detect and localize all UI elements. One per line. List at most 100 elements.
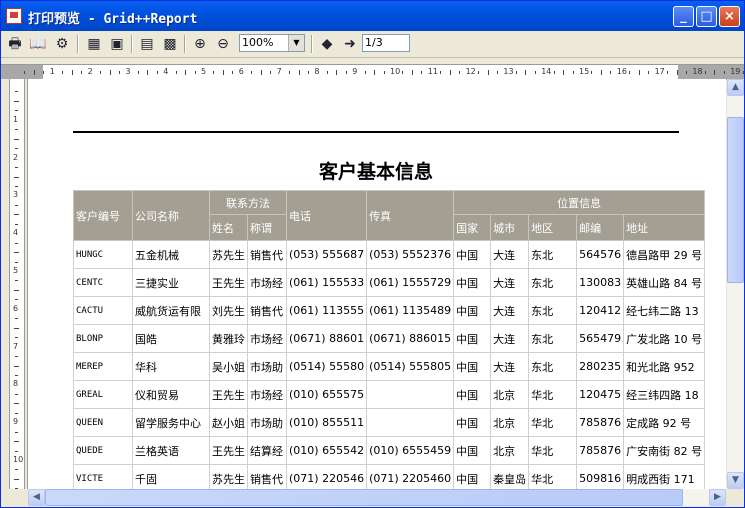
minimize-button[interactable]: _ [673,6,694,27]
ruler-tick [638,70,640,75]
cell-country: 中国 [453,240,492,269]
ruler-number: 3 [125,67,131,76]
cell-fax: (010) 6555459 [366,436,455,465]
ruler-tick [374,70,376,75]
scroll-right-icon[interactable]: ▶ [709,489,726,506]
printer-setup-icon[interactable]: ⚙ [52,34,72,54]
previous-page-icon[interactable]: ◆ [317,34,337,54]
ruler-number: 5 [13,266,19,275]
ruler-tick [676,70,678,75]
cell-position: 销售代 [247,464,287,489]
ruler-tick [307,71,309,74]
ruler-tick [15,204,18,206]
cell-zip: 509816 [576,464,625,489]
cell-zip: 785876 [576,436,625,465]
header-position: 称谓 [247,214,287,241]
ruler-tick [185,70,187,75]
cell-address: 广安南街 82 号 [623,436,706,465]
ruler-tick [71,70,73,75]
cell-address: 广发北路 10 号 [623,324,706,353]
next-page-icon[interactable]: ➜ [340,34,360,54]
cell-city: 大连 [490,352,530,381]
cell-name: 苏先生 [209,240,248,269]
cell-country: 中国 [453,324,492,353]
close-button[interactable]: × [719,6,740,27]
cell-company: 国皓 [132,324,210,353]
cell-fax: (0671) 886015 [366,324,455,353]
cell-position: 市场经 [247,324,287,353]
maximize-button[interactable]: □ [696,6,717,27]
cell-country: 中国 [453,296,492,325]
ruler-tick [15,488,18,489]
vertical-scrollbar[interactable]: ▲ ▼ [727,79,744,489]
cell-name: 刘先生 [209,296,248,325]
customer-table: 客户编号 公司名称 联系方法 电话 传真 位置信息 姓名 称谓 国家 城市 地区… [73,190,706,489]
ruler-tick [14,289,19,291]
ruler-tick [496,71,498,74]
report-page: 客户基本信息 客户编号 公司名称 联系方法 电话 传真 位置信息 姓名 称谓 国… [28,79,726,489]
cell-country: 中国 [453,380,492,409]
app-icon[interactable] [6,8,22,24]
ruler-tick [118,71,120,74]
ruler-tick [15,91,18,93]
cell-company: 华科 [132,352,210,381]
ruler-tick [15,374,18,376]
cell-city: 大连 [490,268,530,297]
zoom-in-icon[interactable]: ⊕ [190,34,210,54]
page-input[interactable]: 1/3 [362,34,410,52]
zoom-select[interactable]: 100% ▼ [239,34,305,52]
vertical-ruler: 1234567891011 [1,79,28,489]
scroll-up-icon[interactable]: ▲ [727,79,744,96]
cell-city: 北京 [490,408,530,437]
ruler-tick [100,71,102,74]
ruler-tick [15,185,18,187]
ruler-tick [109,70,111,75]
ruler-tick [459,71,461,74]
cell-position: 市场助 [247,408,287,437]
scroll-down-icon[interactable]: ▼ [727,472,744,489]
ruler-tick [147,70,149,75]
cell-zip: 120475 [576,380,625,409]
zoom-out-icon[interactable]: ⊖ [213,34,233,54]
scroll-left-icon[interactable]: ◀ [28,489,45,506]
header-name: 姓名 [209,214,248,241]
cell-position: 市场助 [247,352,287,381]
ruler-number: 16 [616,67,627,76]
cell-region: 东北 [528,268,578,297]
print-icon[interactable]: 🖶 [5,34,25,54]
ruler-tick [610,71,612,74]
cell-address: 德昌路甲 29 号 [623,240,706,269]
export-icon[interactable]: ▦ [84,34,104,54]
dropdown-arrow-icon[interactable]: ▼ [288,35,304,51]
zoom-value: 100% [242,36,274,49]
ruler-number: 7 [276,67,282,76]
book-icon[interactable]: 📖 [28,34,48,54]
cell-phone: (010) 655542 [285,436,368,465]
header-contact-group: 联系方法 [209,190,287,215]
cell-name: 王先生 [209,268,248,297]
title-bar[interactable]: 打印预览 - Grid++Report _ □ × [1,1,744,31]
ruler-tick [175,71,177,74]
multi-page-icon[interactable]: ▩ [160,34,180,54]
single-page-icon[interactable]: ▤ [137,34,157,54]
cell-name: 赵小姐 [209,408,248,437]
header-line [73,131,679,133]
horizontal-scrollbar[interactable]: ◀ ▶ [28,489,726,506]
header-address: 地址 [623,214,706,241]
table-row: CENTC 三捷实业 王先生 市场经 (061) 155533 (061) 1555729… [73,268,706,297]
ruler-tick [336,70,338,75]
header-country: 国家 [453,214,492,241]
cell-address: 经三纬四路 18 [623,380,706,409]
cell-phone: (071) 220546 [285,464,368,489]
cell-code: VICTE [73,464,133,489]
horizontal-scroll-thumb[interactable] [45,489,683,506]
ruler-tick [213,71,215,74]
ruler-tick [553,71,555,74]
cell-phone: (010) 655575 [285,380,368,409]
ruler-tick [14,403,19,405]
ruler-tick [156,71,158,74]
vertical-scroll-thumb[interactable] [727,117,744,283]
ruler-number: 1 [13,114,19,124]
save-icon[interactable]: ▣ [107,34,127,54]
ruler-number: 10 [390,67,401,76]
